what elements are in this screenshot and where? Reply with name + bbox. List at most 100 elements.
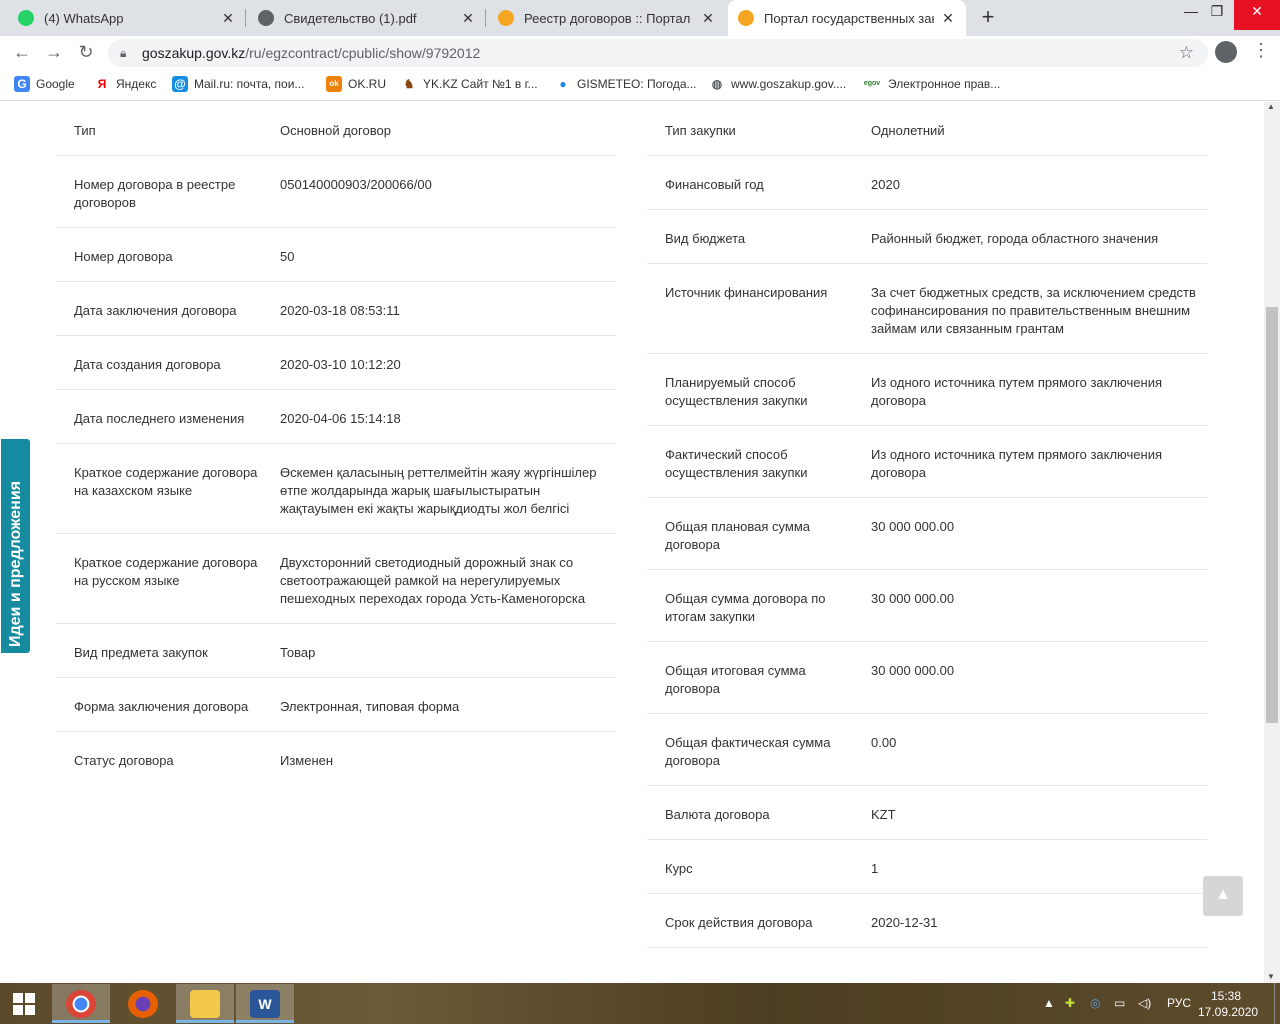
- taskbar-chrome[interactable]: [52, 984, 110, 1023]
- field-value: 2020-03-18 08:53:11: [280, 303, 400, 318]
- show-hidden-icons-icon[interactable]: ▲: [1043, 996, 1055, 1010]
- bookmarks-bar: G Google Я Яндекс @ Mail.ru: почта, пои.…: [0, 69, 1280, 101]
- field-label: Фактический способ осуществления закупки: [665, 447, 808, 480]
- field-value: Из одного источника путем прямого заключ…: [871, 375, 1163, 408]
- clock-date: 17.09.2020: [1198, 1005, 1259, 1019]
- field-label: Валюта договора: [665, 807, 770, 822]
- portal-icon: [498, 10, 514, 26]
- field-value: 30 000 000.00: [871, 591, 955, 606]
- table-row: Фактический способ осуществления закупки…: [647, 426, 1207, 498]
- bookmark-google[interactable]: G Google: [14, 76, 75, 92]
- close-tab-icon[interactable]: ✕: [460, 10, 476, 27]
- profile-avatar-icon[interactable]: [1215, 41, 1237, 63]
- taskbar-clock[interactable]: 15:38 17.09.2020: [1198, 988, 1259, 1020]
- bookmark-egov[interactable]: egov Электронное прав...: [862, 76, 1000, 92]
- table-row: Общая итоговая сумма договора 30 000 000.…: [647, 642, 1207, 714]
- tab-title: Свидетельство (1).pdf: [284, 10, 417, 26]
- bookmark-ykkz[interactable]: ♞ YK.KZ Сайт №1 в г...: [401, 76, 538, 92]
- word-icon: W: [250, 990, 280, 1018]
- field-label: Общая сумма договора по итогам закупки: [665, 591, 826, 624]
- egov-icon: egov: [862, 76, 882, 92]
- tab-title: (4) WhatsApp: [44, 10, 124, 26]
- field-value: Изменен: [280, 753, 334, 768]
- bookmark-mailru[interactable]: @ Mail.ru: почта, пои...: [172, 76, 304, 92]
- field-value: 0.00: [871, 735, 897, 750]
- taskbar-explorer[interactable]: [176, 984, 234, 1023]
- ideas-feedback-button[interactable]: Идеи и предложения: [0, 438, 31, 654]
- field-value: 1: [871, 861, 879, 876]
- field-value: 2020-04-06 15:14:18: [280, 411, 401, 426]
- language-indicator[interactable]: РУС: [1167, 996, 1191, 1010]
- field-label: Тип: [74, 123, 96, 138]
- close-tab-icon[interactable]: ✕: [700, 10, 716, 27]
- volume-icon[interactable]: ◁): [1138, 996, 1151, 1010]
- bookmark-star-icon[interactable]: ☆: [1179, 39, 1194, 67]
- field-label: Номер договора в реестре договоров: [74, 177, 236, 210]
- taskbar-word[interactable]: W: [236, 984, 294, 1023]
- close-tab-icon[interactable]: ✕: [220, 10, 236, 27]
- scroll-down-arrow-icon[interactable]: ▼: [1267, 972, 1275, 981]
- menu-dots-icon[interactable]: ⋮: [1252, 40, 1270, 61]
- tab-pdf[interactable]: Свидетельство (1).pdf ✕: [248, 0, 486, 36]
- field-value: 2020-12-31: [871, 915, 938, 930]
- folder-icon: [190, 990, 220, 1018]
- network-app-icon[interactable]: ◎: [1090, 996, 1100, 1010]
- feedback-label: Идеи и предложения: [7, 481, 24, 647]
- forward-arrow-icon[interactable]: →: [43, 42, 65, 63]
- tab-whatsapp[interactable]: (4) WhatsApp ✕: [8, 0, 246, 36]
- field-label: Общая итоговая сумма договора: [665, 663, 806, 696]
- new-tab-button[interactable]: +: [976, 4, 1000, 30]
- network-icon[interactable]: ▭: [1114, 996, 1125, 1010]
- field-value: 30 000 000.00: [871, 519, 955, 534]
- tab-title: Реестр договоров :: Портал гос: [524, 10, 694, 26]
- field-value: Товар: [280, 645, 316, 660]
- bookmark-label: Яндекс: [116, 77, 157, 91]
- field-label: Курс: [665, 861, 693, 876]
- scrollbar-thumb[interactable]: [1266, 307, 1278, 723]
- show-desktop-button[interactable]: [1274, 983, 1280, 1024]
- bookmark-yandex[interactable]: Я Яндекс: [94, 76, 156, 92]
- field-value: Электронная, типовая форма: [280, 699, 460, 714]
- bookmark-okru[interactable]: ok OK.RU: [326, 76, 386, 92]
- field-value: За счет бюджетных средств, за исключение…: [871, 285, 1196, 336]
- table-row: Источник финансирования За счет бюджетных…: [647, 264, 1207, 354]
- table-row: Срок действия договора 2020-12-31: [647, 894, 1207, 948]
- field-value: Однолетний: [871, 123, 945, 138]
- table-row: Номер договора в реестре договоров 050140…: [56, 156, 616, 228]
- field-value: 050140000903/200066/00: [280, 177, 432, 192]
- scroll-up-arrow-icon[interactable]: ▲: [1267, 102, 1275, 111]
- field-label: Краткое содержание договора на казахском…: [74, 465, 258, 498]
- field-label: Номер договора: [74, 249, 173, 264]
- taskbar-firefox[interactable]: [114, 984, 172, 1023]
- page-scrollbar[interactable]: ▲ ▼: [1264, 102, 1280, 983]
- field-value: 2020: [871, 177, 900, 192]
- table-row: Краткое содержание договора на казахском…: [56, 444, 616, 534]
- back-arrow-icon[interactable]: ←: [11, 42, 33, 63]
- bookmark-gismeteo[interactable]: ● GISMETEO: Погода...: [555, 76, 697, 92]
- field-value: 50: [280, 249, 295, 264]
- bookmark-label: YK.KZ Сайт №1 в г...: [423, 77, 538, 91]
- scroll-to-top-button[interactable]: ▲: [1203, 876, 1243, 916]
- reload-icon[interactable]: ↻: [75, 42, 97, 63]
- horse-icon: ♞: [401, 76, 417, 92]
- antivirus-icon[interactable]: ✚: [1065, 996, 1075, 1010]
- field-label: Вид предмета закупок: [74, 645, 208, 660]
- bookmark-goszakup[interactable]: ◍ www.goszakup.gov....: [709, 76, 846, 92]
- bookmark-label: GISMETEO: Погода...: [577, 77, 697, 91]
- lock-icon: 🔒︎: [120, 46, 127, 60]
- field-value: 2020-03-10 10:12:20: [280, 357, 401, 372]
- close-window-button[interactable]: ✕: [1234, 0, 1280, 30]
- table-row: Вид предмета закупок Товар: [56, 624, 616, 678]
- address-bar[interactable]: 🔒︎ goszakup.gov.kz/ru/egzcontract/cpubli…: [108, 39, 1208, 67]
- field-value: Из одного источника путем прямого заключ…: [871, 447, 1163, 480]
- start-button[interactable]: [0, 984, 48, 1023]
- globe-icon: ◍: [709, 76, 725, 92]
- windows-taskbar: W ▲ ✚ ◎ ▭ ◁) РУС 15:38 17.09.2020: [0, 983, 1280, 1024]
- close-tab-icon[interactable]: ✕: [940, 10, 956, 27]
- tab-portal-active[interactable]: Портал государственных закупо ✕: [728, 0, 966, 36]
- tab-registry[interactable]: Реестр договоров :: Портал гос ✕: [488, 0, 726, 36]
- table-row: Дата создания договора 2020-03-10 10:12:2…: [56, 336, 616, 390]
- drop-icon: ●: [555, 76, 571, 92]
- url-path: /ru/egzcontract/cpublic/show/9792012: [245, 45, 481, 61]
- bookmark-label: Электронное прав...: [888, 77, 1001, 91]
